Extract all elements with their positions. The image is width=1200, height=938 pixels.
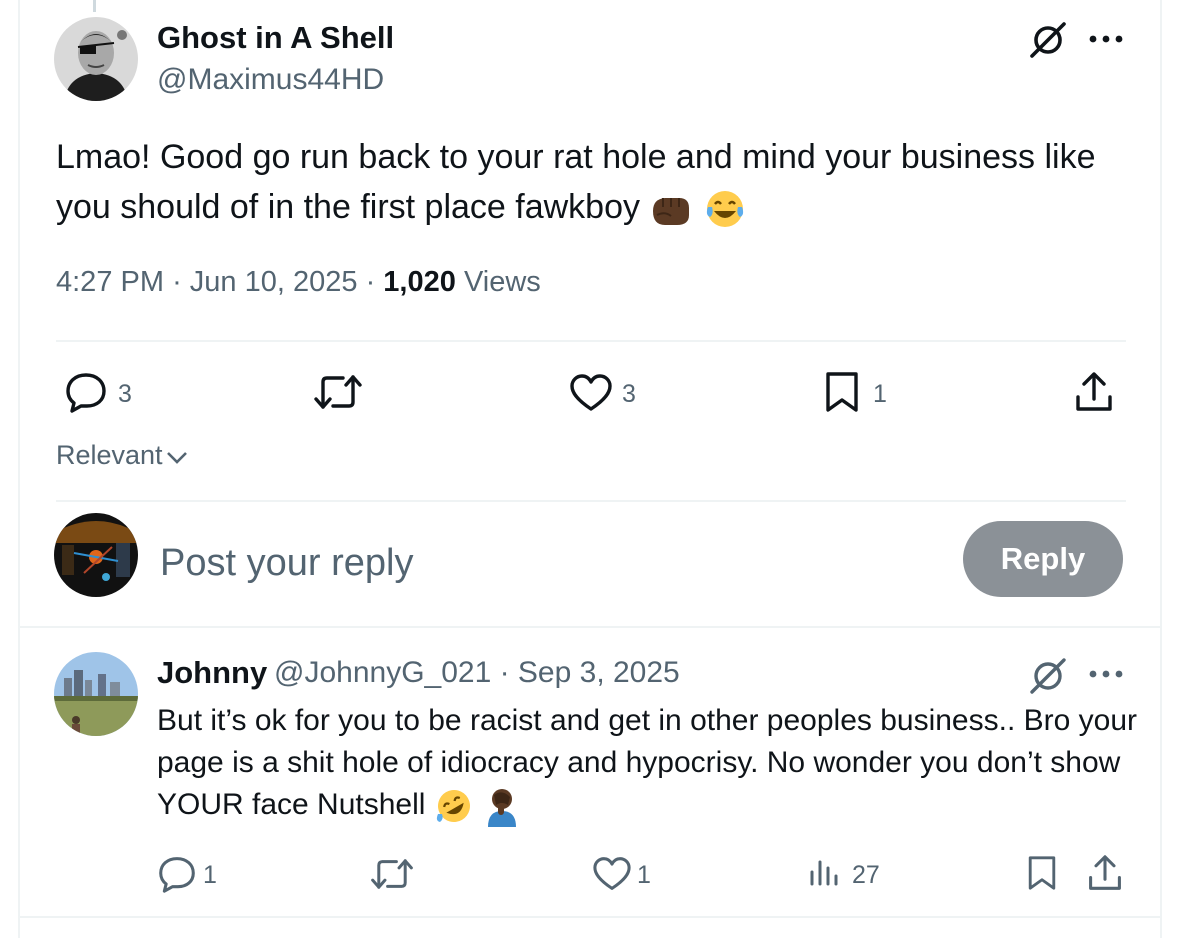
share-icon[interactable] xyxy=(1087,854,1123,892)
main-post-author-name[interactable]: Ghost in A Shell xyxy=(157,20,394,56)
more-icon[interactable] xyxy=(1088,667,1124,681)
main-post-author-handle[interactable]: @Maximus44HD xyxy=(157,63,384,97)
divider xyxy=(56,500,1126,502)
post-time[interactable]: 4:27 PM xyxy=(56,266,164,298)
divider xyxy=(18,916,1162,918)
sort-label: Relevant xyxy=(56,440,163,470)
reply-view-count: 27 xyxy=(852,861,880,889)
meta-separator: · xyxy=(172,266,182,298)
repost-icon[interactable] xyxy=(313,373,363,411)
reply-input[interactable] xyxy=(160,536,920,590)
grok-icon[interactable] xyxy=(1026,654,1070,698)
reply-icon[interactable] xyxy=(64,371,108,413)
reply-text: But it’s ok for you to be racist and get… xyxy=(157,700,1147,828)
thread-connector-line xyxy=(93,0,96,12)
meta-separator: · xyxy=(365,266,376,298)
composer-avatar[interactable] xyxy=(54,513,138,597)
divider xyxy=(56,340,1126,342)
main-post-text: Lmao! Good go run back to your rat hole … xyxy=(56,132,1136,232)
thread-border-right xyxy=(1160,0,1162,938)
more-icon[interactable] xyxy=(1088,32,1124,46)
tears-of-joy-emoji xyxy=(706,191,744,228)
reply-author-handle-date[interactable]: @JohnnyG_021 · Sep 3, 2025 xyxy=(274,656,680,690)
analytics-icon[interactable] xyxy=(808,856,842,888)
grok-icon[interactable] xyxy=(1026,18,1070,62)
post-date[interactable]: Jun 10, 2025 xyxy=(190,266,358,298)
thread-border-left xyxy=(18,0,20,938)
like-count: 3 xyxy=(622,380,636,408)
like-icon[interactable] xyxy=(591,856,633,892)
main-post-text-content: Lmao! Good go run back to your rat hole … xyxy=(56,138,1096,226)
reply-author-name[interactable]: Johnny xyxy=(157,655,267,691)
repost-icon[interactable] xyxy=(370,857,414,891)
rolling-on-floor-laughing-emoji xyxy=(436,790,470,823)
main-post-avatar[interactable] xyxy=(54,17,138,101)
reply-reply-count: 1 xyxy=(203,861,217,889)
like-icon[interactable] xyxy=(568,373,614,413)
main-post-meta: 4:27 PM · Jun 10, 2025 · 1,020 Views xyxy=(56,266,541,299)
facepalm-emoji xyxy=(488,789,517,828)
reply-author-avatar[interactable] xyxy=(54,652,138,736)
chevron-down-icon xyxy=(166,451,187,464)
reply-like-count: 1 xyxy=(637,861,651,889)
views-count: 1,020 xyxy=(383,266,456,298)
divider xyxy=(18,626,1162,628)
views-label: Views xyxy=(463,266,541,298)
reply-text-content: But it’s ok for you to be racist and get… xyxy=(157,704,1137,821)
sort-relevant-dropdown[interactable]: Relevant xyxy=(56,440,189,471)
reply-button[interactable]: Reply xyxy=(963,521,1123,597)
bookmark-count: 1 xyxy=(873,380,887,408)
fist-bump-emoji xyxy=(653,198,690,226)
reply-count: 3 xyxy=(118,380,132,408)
share-icon[interactable] xyxy=(1074,371,1114,413)
bookmark-icon[interactable] xyxy=(823,369,861,415)
bookmark-icon[interactable] xyxy=(1026,853,1058,893)
reply-icon[interactable] xyxy=(157,855,197,893)
